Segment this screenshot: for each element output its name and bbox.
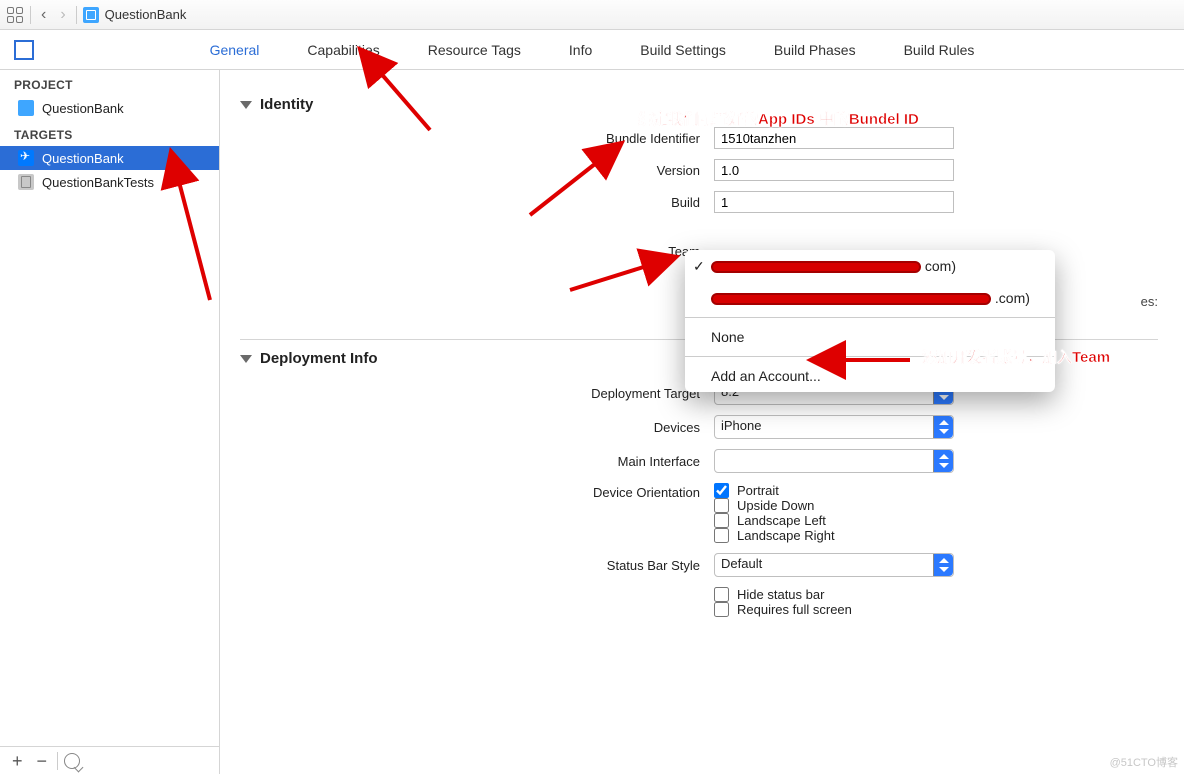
- tab-build-rules[interactable]: Build Rules: [904, 42, 975, 58]
- disclosure-triangle-icon: [240, 355, 252, 363]
- sidebar-target-tests[interactable]: QuestionBankTests: [0, 170, 219, 194]
- team-option-suffix: .com): [995, 290, 1030, 306]
- deployment-target-label: Deployment Target: [500, 386, 700, 401]
- section-title: Deployment Info: [260, 350, 378, 367]
- status-bar-style-label: Status Bar Style: [500, 558, 700, 573]
- orientation-right-checkbox[interactable]: [714, 528, 729, 543]
- stepper-icon: [933, 554, 953, 576]
- sidebar-project-label: QuestionBank: [42, 101, 124, 116]
- team-option-suffix: com): [925, 258, 956, 274]
- project-editor: Identity Bundle Identifier Version Build…: [220, 70, 1184, 774]
- status-bar-style-value: Default: [721, 556, 762, 571]
- tab-capabilities[interactable]: Capabilities: [307, 42, 379, 58]
- version-label: Version: [500, 163, 700, 178]
- hide-status-bar-checkbox[interactable]: [714, 587, 729, 602]
- project-icon: [18, 100, 34, 116]
- section-identity[interactable]: Identity: [240, 96, 1158, 113]
- orientation-portrait-checkbox[interactable]: [714, 483, 729, 498]
- hide-status-bar-label: Hide status bar: [737, 587, 824, 602]
- team-label: Team: [500, 244, 700, 259]
- tab-info[interactable]: Info: [569, 42, 592, 58]
- tab-general[interactable]: General: [210, 42, 260, 58]
- toggle-sidebar-icon[interactable]: [14, 40, 34, 60]
- related-items-icon[interactable]: [6, 6, 24, 24]
- menu-separator: [685, 356, 1055, 357]
- orientation-left-label: Landscape Left: [737, 513, 826, 528]
- sidebar-header-targets: TARGETS: [0, 120, 219, 146]
- status-bar-style-select[interactable]: Default: [714, 553, 954, 577]
- nav-forward-button[interactable]: ›: [56, 6, 69, 24]
- team-option-1[interactable]: com): [685, 250, 1055, 282]
- main-interface-select[interactable]: [714, 449, 954, 473]
- team-dropdown[interactable]: com) .com) None Add an Account...: [685, 250, 1055, 392]
- build-label: Build: [500, 195, 700, 210]
- filter-targets-icon[interactable]: [64, 753, 80, 769]
- watermark: @51CTO博客: [1110, 754, 1178, 770]
- nav-back-button[interactable]: ‹: [37, 6, 50, 24]
- warning-text-fragment: es:: [1141, 294, 1158, 309]
- requires-full-screen-label: Requires full screen: [737, 602, 852, 617]
- disclosure-triangle-icon: [240, 101, 252, 109]
- menu-separator: [685, 317, 1055, 318]
- devices-value: iPhone: [721, 418, 761, 433]
- team-option-2[interactable]: .com): [685, 282, 1055, 314]
- bundle-id-label: Bundle Identifier: [500, 131, 700, 146]
- separator: [57, 752, 58, 770]
- stepper-icon: [933, 416, 953, 438]
- bundle-id-field[interactable]: [714, 127, 954, 149]
- team-option-none[interactable]: None: [685, 321, 1055, 353]
- version-field[interactable]: [714, 159, 954, 181]
- targets-sidebar: PROJECT QuestionBank TARGETS QuestionBan…: [0, 70, 220, 774]
- stepper-icon: [933, 450, 953, 472]
- devices-label: Devices: [500, 420, 700, 435]
- add-target-button[interactable]: +: [8, 752, 27, 770]
- sidebar-target-label: QuestionBankTests: [42, 175, 154, 190]
- app-target-icon: [18, 150, 34, 166]
- project-file-icon: [83, 7, 99, 23]
- tests-target-icon: [18, 174, 34, 190]
- remove-target-button[interactable]: −: [33, 752, 52, 770]
- tab-build-settings[interactable]: Build Settings: [640, 42, 726, 58]
- sidebar-header-project: PROJECT: [0, 70, 219, 96]
- sidebar-target-label: QuestionBank: [42, 151, 124, 166]
- sidebar-target-app[interactable]: QuestionBank: [0, 146, 219, 170]
- redacted-text: [711, 293, 991, 305]
- orientation-upside-checkbox[interactable]: [714, 498, 729, 513]
- separator: [76, 6, 77, 24]
- redacted-text: [711, 261, 921, 273]
- team-option-add-account[interactable]: Add an Account...: [685, 360, 1055, 392]
- orientation-upside-label: Upside Down: [737, 498, 814, 513]
- orientation-label: Device Orientation: [500, 485, 700, 500]
- tab-resource-tags[interactable]: Resource Tags: [428, 42, 521, 58]
- breadcrumb-title[interactable]: QuestionBank: [105, 7, 187, 22]
- build-field[interactable]: [714, 191, 954, 213]
- sidebar-project-item[interactable]: QuestionBank: [0, 96, 219, 120]
- devices-select[interactable]: iPhone: [714, 415, 954, 439]
- orientation-left-checkbox[interactable]: [714, 513, 729, 528]
- main-interface-label: Main Interface: [500, 454, 700, 469]
- section-title: Identity: [260, 96, 313, 113]
- requires-full-screen-checkbox[interactable]: [714, 602, 729, 617]
- tab-build-phases[interactable]: Build Phases: [774, 42, 856, 58]
- orientation-portrait-label: Portrait: [737, 483, 779, 498]
- orientation-right-label: Landscape Right: [737, 528, 835, 543]
- separator: [30, 6, 31, 24]
